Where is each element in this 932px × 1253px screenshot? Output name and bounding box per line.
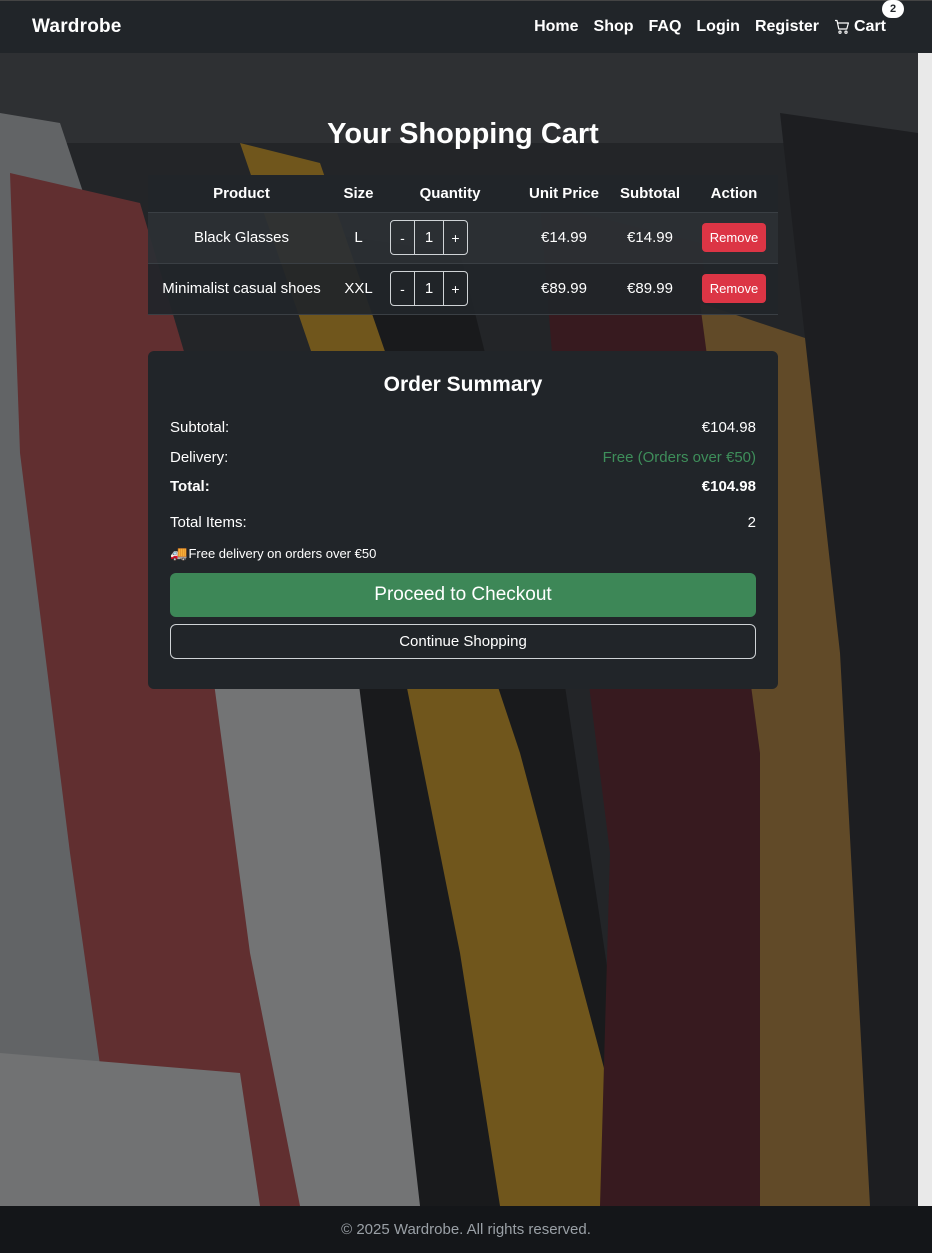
continue-shopping-button[interactable]: Continue Shopping [170, 624, 756, 659]
order-summary-title: Order Summary [383, 373, 543, 396]
quantity-stepper: - 1 + [390, 271, 468, 306]
row-subtotal: €89.99 [610, 263, 690, 315]
total-value: €104.98 [701, 478, 756, 496]
unit-price: €89.99 [518, 263, 610, 315]
summary-delivery-row: Delivery: Free (Orders over €50) [170, 443, 756, 473]
decrease-quantity-button[interactable]: - [391, 221, 414, 254]
quantity-cell: - 1 + [382, 263, 518, 315]
header-action: Action [690, 175, 778, 213]
header-subtotal: Subtotal [610, 175, 690, 213]
free-delivery-note: 🚚 Free delivery on orders over €50 [170, 543, 756, 563]
free-delivery-text: Free delivery on orders over €50 [188, 545, 377, 561]
cart-label: Cart [853, 18, 886, 35]
summary-total-row: Total: €104.98 [170, 472, 756, 502]
delivery-value: Free (Orders over €50) [602, 448, 756, 466]
nav-register-link[interactable]: Register [755, 18, 819, 36]
table-header-row: Product Size Quantity Unit Price Subtota… [148, 175, 778, 213]
table-row: Minimalist casual shoes XXL - 1 + €89.99… [148, 263, 778, 315]
action-cell: Remove [690, 263, 778, 315]
total-label: Total: [170, 478, 210, 496]
header-size: Size [335, 175, 382, 213]
nav-cart-link[interactable]: Cart 2 [834, 0, 904, 36]
summary-items-row: Total Items: 2 [170, 508, 756, 538]
total-items-label: Total Items: [170, 513, 247, 531]
header-unit-price: Unit Price [518, 175, 610, 213]
navbar: Wardrobe Home Shop FAQ Login Register Ca… [0, 0, 932, 53]
product-name[interactable]: Black Glasses [148, 212, 335, 264]
action-cell: Remove [690, 212, 778, 264]
order-summary-card: Order Summary Subtotal: €104.98 Delivery… [148, 351, 778, 689]
truck-icon: 🚚 [170, 544, 188, 561]
remove-button[interactable]: Remove [701, 274, 767, 303]
footer-copyright: © 2025 Wardrobe. All rights reserved. [341, 1221, 591, 1238]
nav-links: Home Shop FAQ Login Register Cart 2 [534, 0, 904, 36]
cart-table: Product Size Quantity Unit Price Subtota… [148, 175, 778, 315]
cart-icon [834, 19, 849, 34]
subtotal-value: €104.98 [701, 419, 756, 437]
proceed-to-checkout-button[interactable]: Proceed to Checkout [170, 573, 756, 617]
quantity-stepper: - 1 + [390, 220, 468, 255]
increase-quantity-button[interactable]: + [444, 272, 467, 305]
total-items-value: 2 [747, 513, 756, 531]
summary-subtotal-row: Subtotal: €104.98 [170, 413, 756, 443]
quantity-input[interactable]: 1 [414, 272, 444, 305]
delivery-label: Delivery: [170, 448, 229, 466]
page-title: Your Shopping Cart [327, 118, 599, 150]
table-row: Black Glasses L - 1 + €14.99 €14.99 Remo… [148, 212, 778, 264]
nav-login-link[interactable]: Login [696, 18, 740, 36]
decrease-quantity-button[interactable]: - [391, 272, 414, 305]
product-name[interactable]: Minimalist casual shoes [148, 263, 335, 315]
unit-price: €14.99 [518, 212, 610, 264]
brand-logo[interactable]: Wardrobe [32, 16, 122, 38]
quantity-cell: - 1 + [382, 212, 518, 264]
quantity-input[interactable]: 1 [414, 221, 444, 254]
subtotal-label: Subtotal: [170, 419, 230, 437]
product-size: XXL [335, 263, 382, 315]
footer: © 2025 Wardrobe. All rights reserved. [0, 1206, 932, 1253]
row-subtotal: €14.99 [610, 212, 690, 264]
nav-shop-link[interactable]: Shop [594, 18, 634, 36]
increase-quantity-button[interactable]: + [444, 221, 467, 254]
nav-home-link[interactable]: Home [534, 18, 578, 36]
remove-button[interactable]: Remove [701, 223, 767, 252]
product-size: L [335, 212, 382, 264]
nav-faq-link[interactable]: FAQ [649, 18, 682, 36]
scrollbar[interactable] [918, 53, 932, 1206]
header-product: Product [148, 175, 335, 213]
header-quantity: Quantity [382, 175, 518, 213]
cart-count-badge: 2 [882, 0, 904, 18]
